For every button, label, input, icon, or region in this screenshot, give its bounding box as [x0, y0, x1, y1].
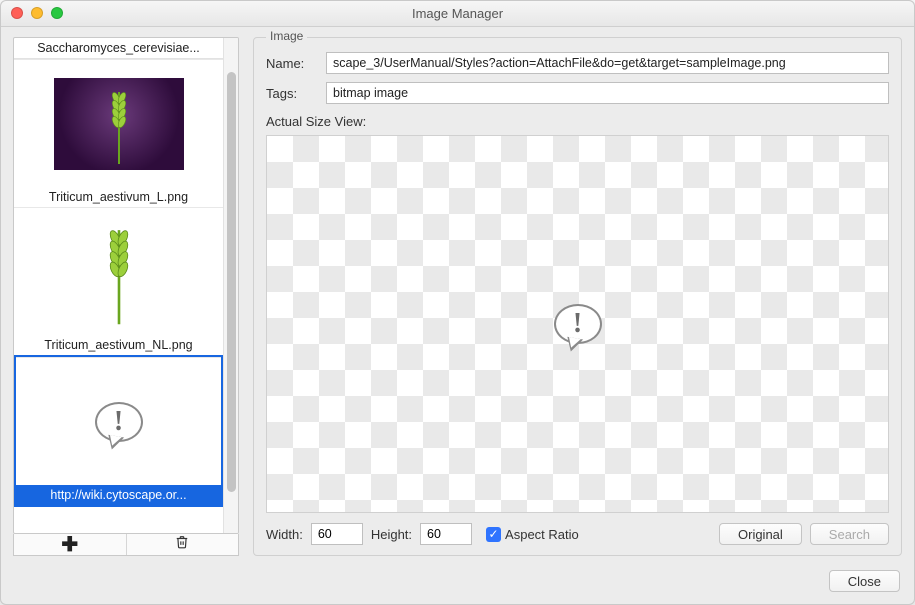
broken-image-icon: !: [554, 304, 602, 344]
traffic-lights: [11, 7, 63, 19]
aspect-label: Aspect Ratio: [505, 527, 579, 542]
delete-button[interactable]: [126, 534, 239, 555]
close-button[interactable]: Close: [829, 570, 900, 592]
search-button: Search: [810, 523, 889, 545]
list-item-thumb: [14, 207, 223, 335]
zoom-window-icon[interactable]: [51, 7, 63, 19]
detail-panel: Image Name: Tags: Actual Size View: !: [253, 37, 902, 556]
tags-label: Tags:: [266, 86, 318, 101]
list-item-label: http://wiki.cytoscape.or...: [16, 485, 221, 505]
tags-row: Tags:: [266, 82, 889, 104]
footer: Close: [1, 560, 914, 604]
name-row: Name:: [266, 52, 889, 74]
sidebar: Saccharomyces_cerevisiae...: [13, 37, 239, 556]
main-row: Saccharomyces_cerevisiae...: [1, 27, 914, 560]
thumbnail-image: [54, 78, 184, 170]
plus-icon: ✚: [61, 534, 78, 556]
image-group: Image Name: Tags: Actual Size View: !: [253, 37, 902, 556]
list-item-thumb: !: [16, 357, 221, 485]
content: Saccharomyces_cerevisiae...: [1, 27, 914, 604]
add-button[interactable]: ✚: [14, 534, 126, 555]
list-item[interactable]: ! http://wiki.cytoscape.or...: [14, 355, 223, 507]
original-button[interactable]: Original: [719, 523, 802, 545]
checkbox-icon: ✓: [486, 527, 501, 542]
list-item-label: Saccharomyces_cerevisiae...: [14, 38, 223, 59]
scrollbar[interactable]: [223, 38, 238, 533]
minimize-window-icon[interactable]: [31, 7, 43, 19]
scrollbar-thumb[interactable]: [227, 72, 236, 492]
aspect-ratio-checkbox[interactable]: ✓ Aspect Ratio: [486, 527, 579, 542]
width-field[interactable]: [311, 523, 363, 545]
width-label: Width:: [266, 527, 303, 542]
window: Image Manager Saccharomyces_cerevisiae..…: [0, 0, 915, 605]
trash-icon: [175, 536, 189, 553]
preview-area: !: [266, 135, 889, 513]
list-item[interactable]: Triticum_aestivum_L.png: [14, 59, 223, 207]
group-title: Image: [266, 29, 307, 43]
list-item[interactable]: Triticum_aestivum_NL.png: [14, 207, 223, 355]
list-item-thumb: [14, 59, 223, 187]
name-label: Name:: [266, 56, 318, 71]
wheat-icon: [102, 217, 136, 327]
sidebar-toolbar: ✚: [13, 534, 239, 556]
height-field[interactable]: [420, 523, 472, 545]
list-item-label: Triticum_aestivum_L.png: [14, 187, 223, 207]
list-item[interactable]: Saccharomyces_cerevisiae...: [14, 38, 223, 59]
name-field[interactable]: [326, 52, 889, 74]
height-label: Height:: [371, 527, 412, 542]
tags-field[interactable]: [326, 82, 889, 104]
image-list: Saccharomyces_cerevisiae...: [13, 37, 239, 534]
wheat-icon: [106, 84, 132, 164]
list-item-label: Triticum_aestivum_NL.png: [14, 335, 223, 355]
titlebar: Image Manager: [1, 1, 914, 27]
size-controls: Width: Height: ✓ Aspect Ratio Original S…: [266, 523, 889, 545]
image-list-scroll[interactable]: Saccharomyces_cerevisiae...: [14, 38, 223, 533]
window-title: Image Manager: [412, 6, 503, 21]
close-window-icon[interactable]: [11, 7, 23, 19]
actual-size-label: Actual Size View:: [266, 114, 889, 129]
broken-image-icon: !: [95, 402, 143, 442]
